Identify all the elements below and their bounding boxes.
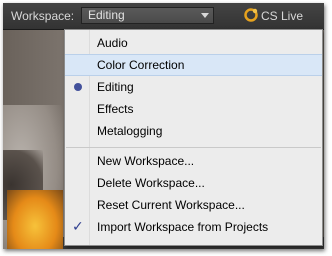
cs-live-icon[interactable] (244, 8, 258, 22)
checkmark-icon: ✓ (72, 218, 84, 234)
workspace-label: Workspace: (11, 9, 75, 23)
menu-item-label: Delete Workspace... (97, 176, 205, 190)
menu-item-label: Effects (97, 102, 134, 116)
radio-selected-icon (74, 83, 82, 91)
menu-item-delete-workspace[interactable]: Delete Workspace... (65, 172, 322, 194)
workspace-dropdown-value: Editing (88, 8, 125, 22)
chevron-down-icon (201, 13, 209, 18)
menu-item-audio[interactable]: Audio (65, 32, 322, 54)
cs-live-button[interactable]: CS Live (261, 9, 303, 23)
menu-item-effects[interactable]: Effects (65, 98, 322, 120)
preview-image-highlight (7, 190, 63, 249)
menu-item-label: Reset Current Workspace... (97, 198, 245, 212)
menu-item-label: Metalogging (97, 124, 163, 138)
menu-separator (66, 147, 321, 148)
workspace-menu: Audio Color Correction Editing Effects M… (64, 29, 323, 246)
menu-item-editing[interactable]: Editing (65, 76, 322, 98)
workspace-toolbar: Workspace: Editing CS Live (3, 3, 324, 30)
menu-item-label: Color Correction (97, 58, 185, 72)
menu-item-metalogging[interactable]: Metalogging (65, 120, 322, 142)
menu-item-color-correction[interactable]: Color Correction (65, 54, 322, 76)
menu-item-label: Audio (97, 36, 128, 50)
menu-item-label: New Workspace... (97, 154, 195, 168)
app-window: Workspace: Editing CS Live Audio Color C… (3, 3, 324, 249)
menu-item-new-workspace[interactable]: New Workspace... (65, 150, 322, 172)
menu-item-import-workspace[interactable]: ✓ Import Workspace from Projects (65, 216, 322, 238)
workspace-dropdown[interactable]: Editing (81, 7, 214, 24)
menu-item-label: Import Workspace from Projects (97, 220, 269, 234)
menu-item-reset-workspace[interactable]: Reset Current Workspace... (65, 194, 322, 216)
menu-item-label: Editing (97, 80, 134, 94)
